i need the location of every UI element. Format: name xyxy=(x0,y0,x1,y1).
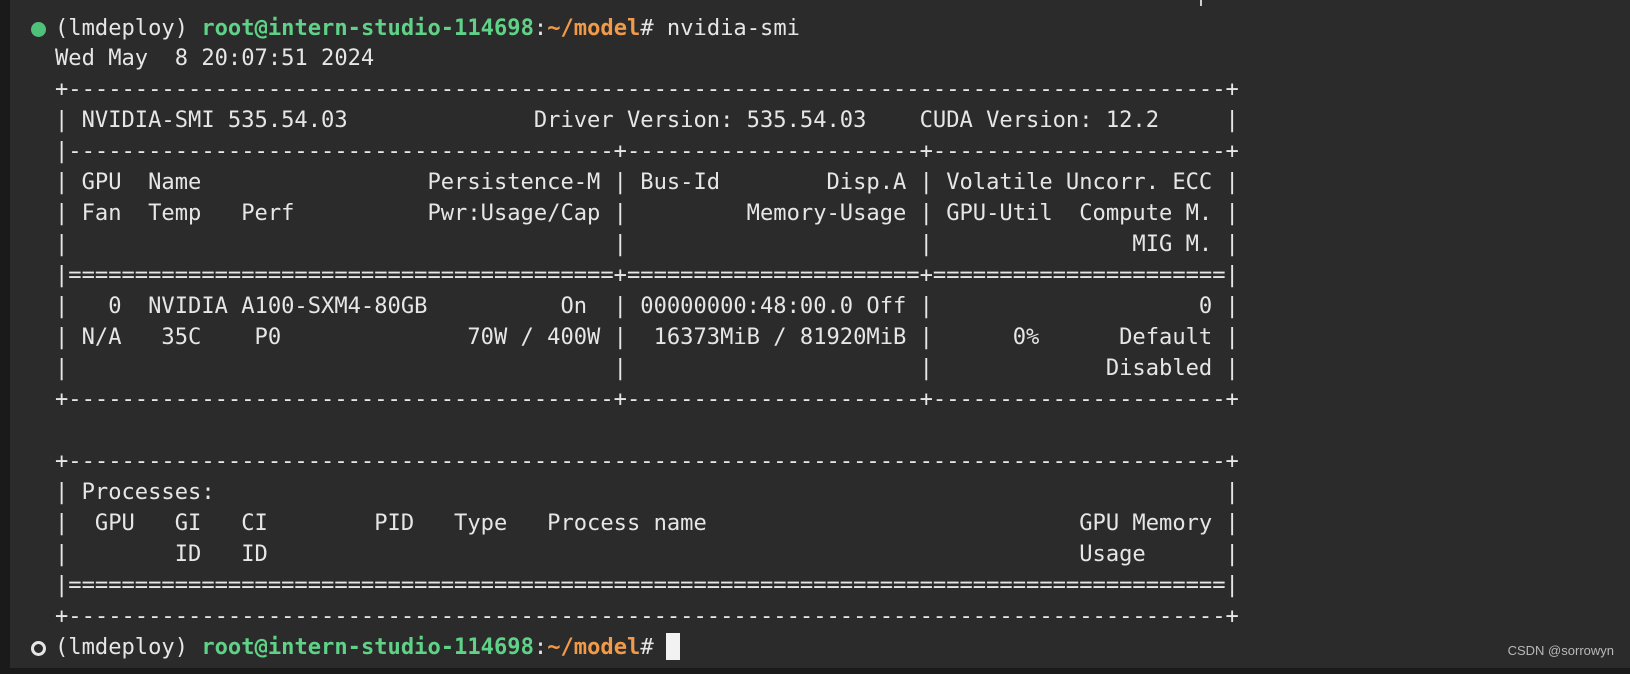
output-line-gpu-row-2: | N/A 35C P0 70W / 400W | 16373MiB / 819… xyxy=(55,324,1239,350)
prompt-symbol: # xyxy=(640,634,654,660)
output-line-proc-rule: |=======================================… xyxy=(55,572,1239,598)
output-line-header-rule: |=======================================… xyxy=(55,262,1239,288)
bottom-edge xyxy=(10,668,1630,674)
command-success-dot-icon[interactable] xyxy=(31,22,46,37)
prompt-separator: : xyxy=(533,15,548,41)
output-line-proc-end: +---------------------------------------… xyxy=(55,603,1239,629)
scroll-marker xyxy=(1200,0,1202,6)
conda-env-label: (lmdeploy) xyxy=(55,634,189,660)
output-line-proc-border: +---------------------------------------… xyxy=(55,448,1239,474)
terminal-window[interactable]: (lmdeploy) root@intern-studio-114698:~/m… xyxy=(0,0,1630,674)
output-line-divider: |---------------------------------------… xyxy=(55,138,1239,164)
working-directory: ~/model xyxy=(547,634,641,660)
prompt-line-1: (lmdeploy) root@intern-studio-114698:~/m… xyxy=(55,13,800,44)
prompt-symbol: # xyxy=(640,15,654,41)
command-pending-dot-icon[interactable] xyxy=(31,641,46,656)
conda-env-label: (lmdeploy) xyxy=(55,15,189,41)
output-line-header-2: | Fan Temp Perf Pwr:Usage/Cap | Memory-U… xyxy=(55,200,1239,226)
output-line-header-1: | GPU Name Persistence-M | Bus-Id Disp.A… xyxy=(55,169,1239,195)
output-line-date: Wed May 8 20:07:51 2024 xyxy=(55,45,375,71)
user-host-label: root@intern-studio-114698 xyxy=(201,15,534,41)
working-directory: ~/model xyxy=(547,15,641,41)
output-line-proc-header-2: | ID ID Usage | xyxy=(55,541,1239,567)
command-text: nvidia-smi xyxy=(653,15,800,41)
output-line-gpu-table-end: +---------------------------------------… xyxy=(55,386,1239,412)
output-line-header-3: | | | MIG M. | xyxy=(55,231,1239,257)
output-line-proc-title: | Processes: | xyxy=(55,479,1239,505)
output-line-versions: | NVIDIA-SMI 535.54.03 Driver Version: 5… xyxy=(55,107,1239,133)
output-line-proc-header-1: | GPU GI CI PID Type Process name GPU Me… xyxy=(55,510,1239,536)
prompt-separator: : xyxy=(533,634,548,660)
user-host-label: root@intern-studio-114698 xyxy=(201,634,534,660)
output-line-gpu-row-3: | | | Disabled | xyxy=(55,355,1239,381)
text-cursor[interactable] xyxy=(665,633,680,660)
prompt-line-2[interactable]: (lmdeploy) root@intern-studio-114698:~/m… xyxy=(55,632,680,663)
output-line-border: +---------------------------------------… xyxy=(55,76,1239,102)
watermark: CSDN @sorrowyn xyxy=(1507,643,1614,658)
output-line-gpu-row-1: | 0 NVIDIA A100-SXM4-80GB On | 00000000:… xyxy=(55,293,1239,319)
